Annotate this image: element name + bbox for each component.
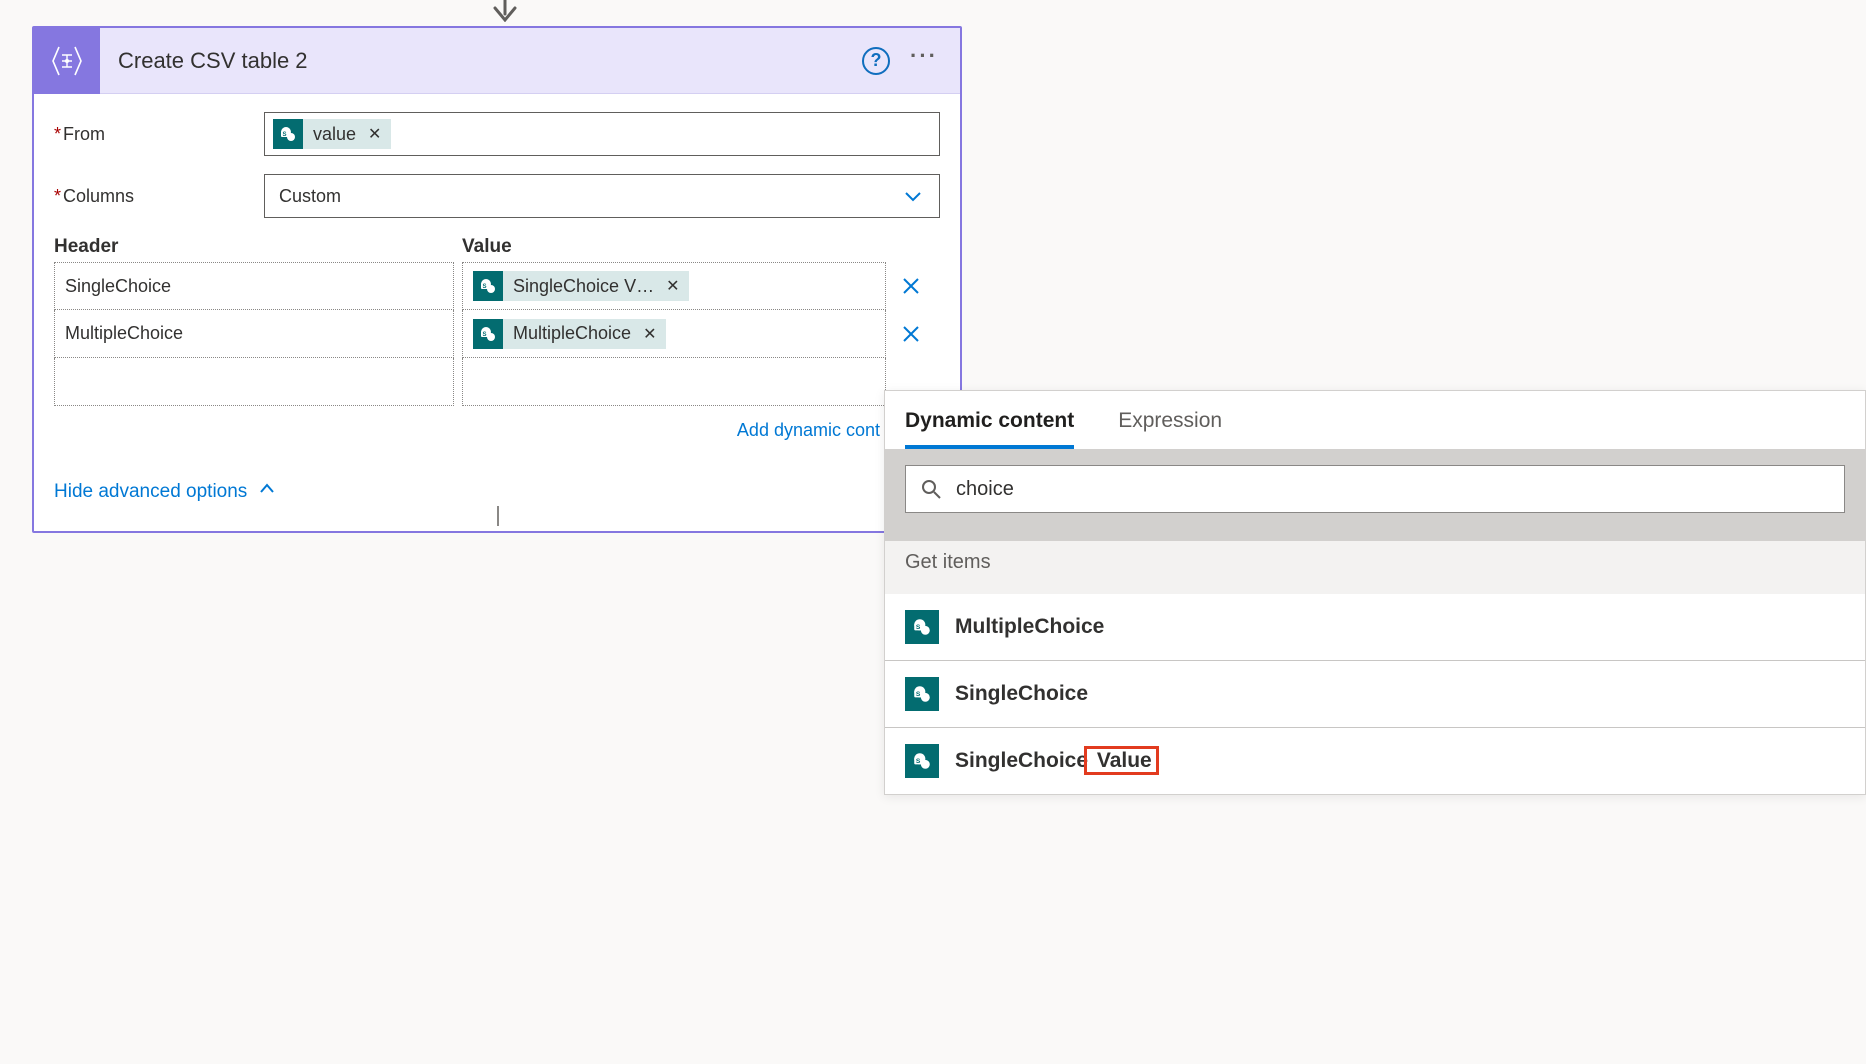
card-header[interactable]: Create CSV table 2 ? ··· [34, 28, 960, 94]
dyn-item-label: SingleChoice Value [955, 749, 1159, 773]
from-row: *From S value ✕ [54, 112, 940, 156]
value-cell[interactable] [462, 358, 886, 406]
search-icon [920, 478, 942, 500]
table-row: MultipleChoice S MultipleChoice ✕ [54, 310, 940, 358]
section-title: Get items [885, 541, 1865, 594]
card-body: *From S value ✕ *Columns Custom [34, 94, 960, 531]
chevron-down-icon [901, 184, 925, 208]
from-label: *From [54, 124, 264, 145]
dyn-item-label: MultipleChoice [955, 615, 1104, 639]
token-remove-icon[interactable]: ✕ [666, 276, 679, 296]
header-cell[interactable]: MultipleChoice [54, 310, 454, 358]
svg-text:S: S [483, 332, 487, 338]
data-operations-icon [34, 28, 100, 94]
search-value: choice [956, 478, 1014, 501]
svg-text:S: S [916, 758, 921, 765]
svg-text:S: S [916, 624, 921, 631]
action-card: Create CSV table 2 ? ··· *From S value ✕… [32, 26, 962, 533]
sharepoint-icon: S [473, 319, 503, 349]
search-input[interactable]: choice [905, 465, 1845, 513]
sharepoint-icon: S [905, 610, 939, 644]
dyn-tabs: Dynamic content Expression [885, 391, 1865, 449]
columns-row: *Columns Custom [54, 174, 940, 218]
hide-advanced-label: Hide advanced options [54, 481, 247, 503]
token-remove-icon[interactable]: ✕ [643, 324, 656, 344]
token-label: SingleChoice V… [513, 276, 654, 297]
card-title[interactable]: Create CSV table 2 [100, 48, 862, 74]
select-value: Custom [279, 186, 341, 207]
sharepoint-icon: S [273, 119, 303, 149]
token-remove-icon[interactable]: ✕ [368, 124, 381, 144]
table-row-empty [54, 358, 940, 406]
dyn-item-singlechoice[interactable]: S SingleChoice [885, 661, 1865, 728]
header-cell[interactable] [54, 358, 454, 406]
dynamic-content-panel: Dynamic content Expression choice Get it… [884, 390, 1866, 795]
dyn-item-label: SingleChoice [955, 682, 1088, 706]
flow-arrow-icon [490, 0, 520, 26]
search-area: choice [885, 449, 1865, 541]
dyn-item-multiplechoice[interactable]: S MultipleChoice [885, 594, 1865, 661]
value-token[interactable]: S SingleChoice V… ✕ [473, 271, 689, 301]
from-token[interactable]: S value ✕ [273, 119, 391, 149]
header-cell[interactable]: SingleChoice [54, 262, 454, 310]
svg-text:S: S [916, 691, 921, 698]
help-icon[interactable]: ? [862, 47, 890, 75]
svg-text:S: S [483, 284, 487, 290]
more-icon[interactable]: ··· [910, 51, 938, 71]
delete-row-button[interactable] [886, 310, 936, 358]
sharepoint-icon: S [905, 677, 939, 711]
from-input[interactable]: S value ✕ [264, 112, 940, 156]
dyn-item-singlechoice-value[interactable]: S SingleChoice Value [885, 728, 1865, 794]
chevron-up-icon [257, 479, 277, 505]
svg-text:S: S [283, 132, 287, 138]
hide-advanced-link[interactable]: Hide advanced options [54, 479, 940, 505]
value-token[interactable]: S MultipleChoice ✕ [473, 319, 666, 349]
connector-line [497, 506, 499, 526]
highlight-annotation: Value [1084, 746, 1159, 775]
header-col-label: Header [54, 236, 462, 262]
token-label: value [313, 124, 356, 145]
table-row: SingleChoice S SingleChoice V… ✕ [54, 262, 940, 310]
tab-dynamic-content[interactable]: Dynamic content [905, 409, 1074, 449]
sharepoint-icon: S [473, 271, 503, 301]
delete-row-button[interactable] [886, 262, 936, 310]
dyn-list: S MultipleChoice S SingleChoice S Single… [885, 594, 1865, 794]
value-cell[interactable]: S SingleChoice V… ✕ [462, 262, 886, 310]
tab-expression[interactable]: Expression [1118, 409, 1222, 449]
value-col-label: Value [462, 236, 940, 262]
columns-select[interactable]: Custom [264, 174, 940, 218]
columns-table: Header Value SingleChoice S SingleChoice… [54, 236, 940, 406]
value-cell[interactable]: S MultipleChoice ✕ [462, 310, 886, 358]
add-dynamic-content-link[interactable]: Add dynamic cont [54, 420, 940, 441]
token-label: MultipleChoice [513, 323, 631, 344]
columns-label: *Columns [54, 186, 264, 207]
sharepoint-icon: S [905, 744, 939, 778]
